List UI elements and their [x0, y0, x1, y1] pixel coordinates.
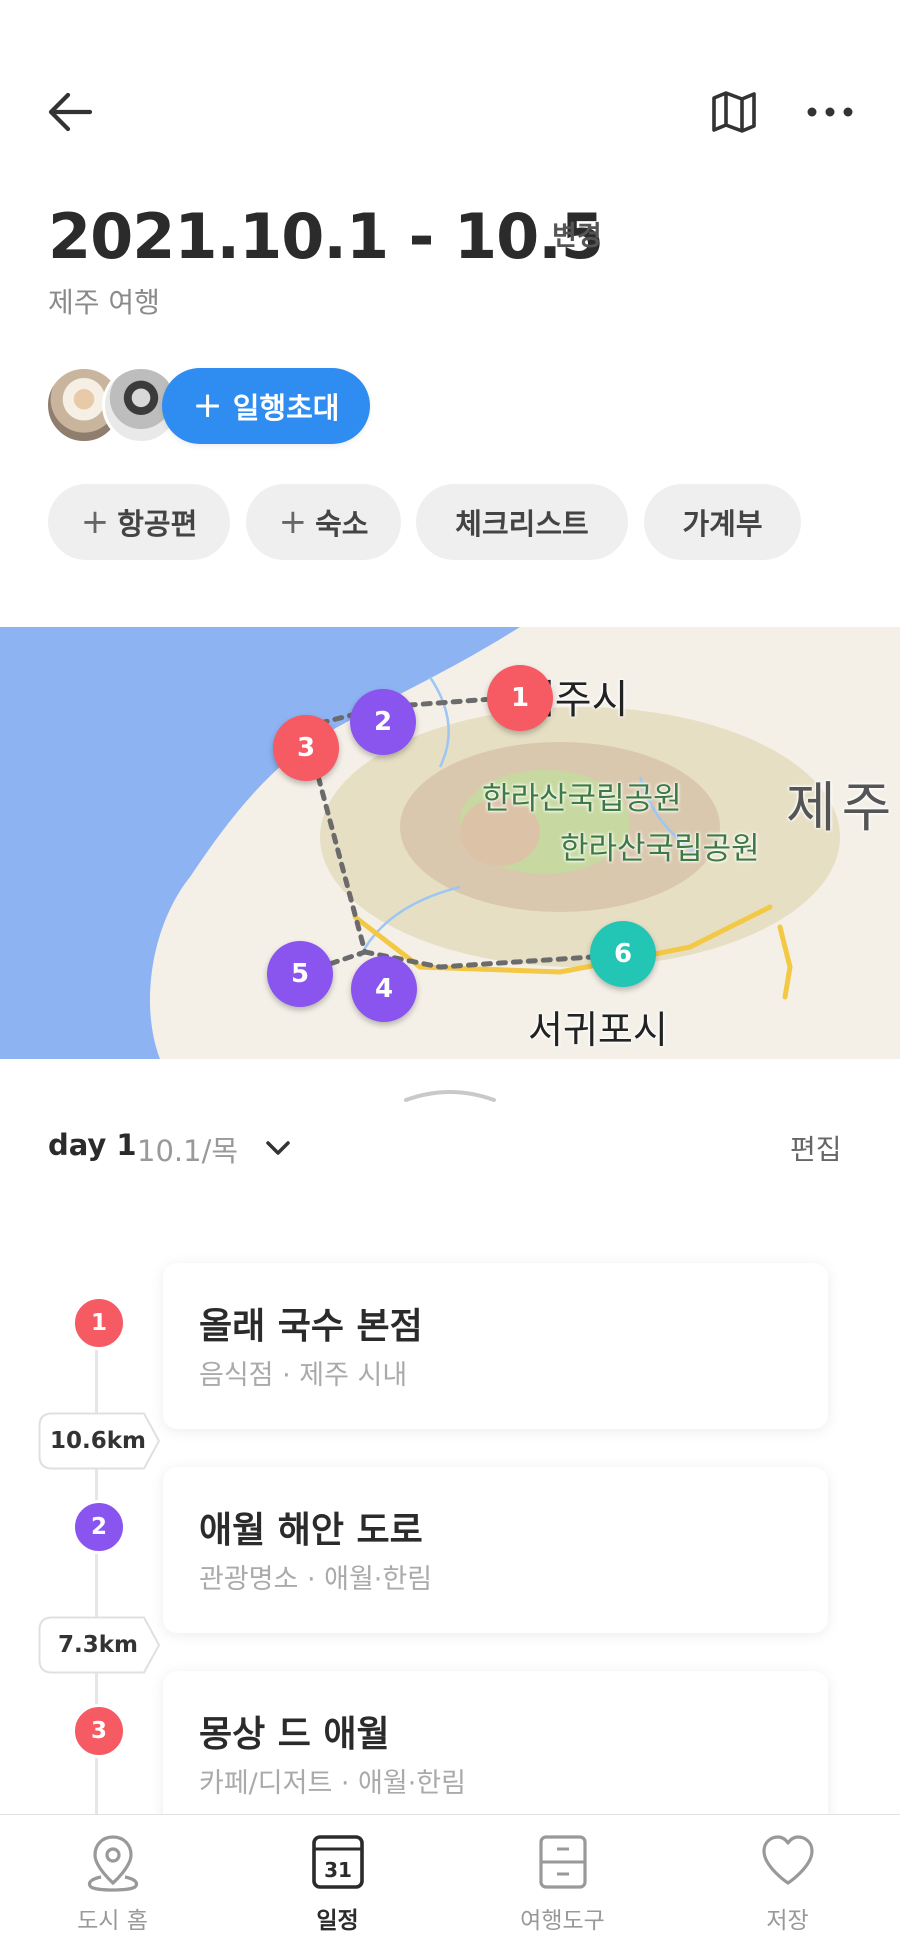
tab-label: 저장	[766, 1908, 809, 1934]
map-label-hallasan: 한라산국립공원	[482, 781, 682, 817]
chip-label: 숙소	[315, 507, 369, 541]
itinerary-number: 3	[72, 1704, 126, 1758]
itinerary-card[interactable]: 올래 국수 본점 음식점 · 제주 시내	[163, 1263, 828, 1429]
toolbox-icon	[539, 1835, 587, 1889]
invite-companion-button[interactable]: + 일행초대	[162, 368, 370, 444]
place-meta: 관광명소 · 애월·한림	[199, 1564, 433, 1595]
more-horizontal-icon	[807, 107, 853, 117]
tab-city-home[interactable]: 도시 홈	[0, 1815, 225, 1950]
calendar-icon: 31	[312, 1835, 364, 1889]
edit-button[interactable]: 편집	[790, 1128, 842, 1168]
location-pin-icon	[87, 1835, 139, 1892]
map-label-jeju: 제주	[786, 776, 898, 839]
place-name: 애월 해안 도로	[199, 1510, 423, 1551]
day-date[interactable]: 10.1/목	[137, 1128, 238, 1170]
day-title[interactable]: day 1	[48, 1128, 137, 1162]
map-label-hallasan: 한라산국립공원	[560, 831, 760, 867]
chip-label: 항공편	[117, 507, 198, 541]
plus-icon: +	[80, 502, 110, 542]
arrow-left-icon	[48, 92, 93, 132]
place-name: 올래 국수 본점	[199, 1306, 423, 1347]
tab-label: 여행도구	[520, 1908, 605, 1934]
itinerary-number: 2	[72, 1500, 126, 1554]
trip-name: 제주 여행	[48, 286, 160, 319]
itinerary-number: 1	[72, 1296, 126, 1350]
tab-label: 도시 홈	[77, 1908, 148, 1934]
sheet-handle[interactable]	[404, 1088, 496, 1102]
map-marker-3[interactable]: 3	[273, 715, 339, 781]
map-marker-5[interactable]: 5	[267, 941, 333, 1007]
distance-value: 10.6km	[49, 1428, 146, 1454]
route-map[interactable]: 제주시 한라산국립공원 한라산국립공원 제주 서귀포시 1 2 3 4 5 6	[0, 627, 900, 1059]
heart-icon	[762, 1835, 814, 1885]
map-marker-2[interactable]: 2	[350, 689, 416, 755]
place-meta: 카페/디저트 · 애월·한림	[199, 1768, 466, 1799]
checklist-chip[interactable]: 체크리스트	[416, 484, 628, 560]
chevron-down-icon[interactable]	[262, 1132, 294, 1164]
map-canvas	[0, 627, 900, 1059]
itinerary-card[interactable]: 애월 해안 도로 관광명소 · 애월·한림	[163, 1467, 828, 1633]
map-label-seogwipo: 서귀포시	[528, 1008, 668, 1052]
tab-label: 일정	[316, 1908, 359, 1934]
back-button[interactable]	[40, 82, 100, 142]
map-icon	[712, 91, 756, 133]
calendar-icon-day: 31	[324, 1858, 352, 1882]
trip-date-range: 2021.10.1 - 10.5	[48, 200, 604, 273]
tab-saved[interactable]: 저장	[675, 1815, 900, 1950]
more-options-button[interactable]	[800, 82, 860, 142]
accommodation-chip[interactable]: + 숙소	[246, 484, 401, 560]
plus-icon: +	[192, 385, 223, 426]
invite-label: 일행초대	[232, 391, 340, 425]
chip-label: 체크리스트	[455, 507, 589, 541]
itinerary-card[interactable]: 몽상 드 애월 카페/디저트 · 애월·한림	[163, 1671, 828, 1837]
plus-icon: +	[278, 502, 308, 542]
chip-label: 가계부	[682, 507, 763, 541]
map-marker-4[interactable]: 4	[351, 956, 417, 1022]
budget-chip[interactable]: 가계부	[644, 484, 801, 560]
bottom-tab-bar: 도시 홈 31 일정 여행도구 저장	[0, 1814, 900, 1950]
place-name: 몽상 드 애월	[199, 1714, 390, 1755]
change-date-link[interactable]: 변경	[552, 214, 602, 253]
tab-schedule[interactable]: 31 일정	[225, 1815, 450, 1950]
tab-travel-tools[interactable]: 여행도구	[450, 1815, 675, 1950]
distance-value: 7.3km	[57, 1632, 138, 1658]
place-meta: 음식점 · 제주 시내	[199, 1360, 408, 1391]
map-view-button[interactable]	[702, 82, 766, 142]
map-marker-6[interactable]: 6	[590, 921, 656, 987]
flight-chip[interactable]: + 항공편	[48, 484, 230, 560]
map-marker-1[interactable]: 1	[487, 665, 553, 731]
